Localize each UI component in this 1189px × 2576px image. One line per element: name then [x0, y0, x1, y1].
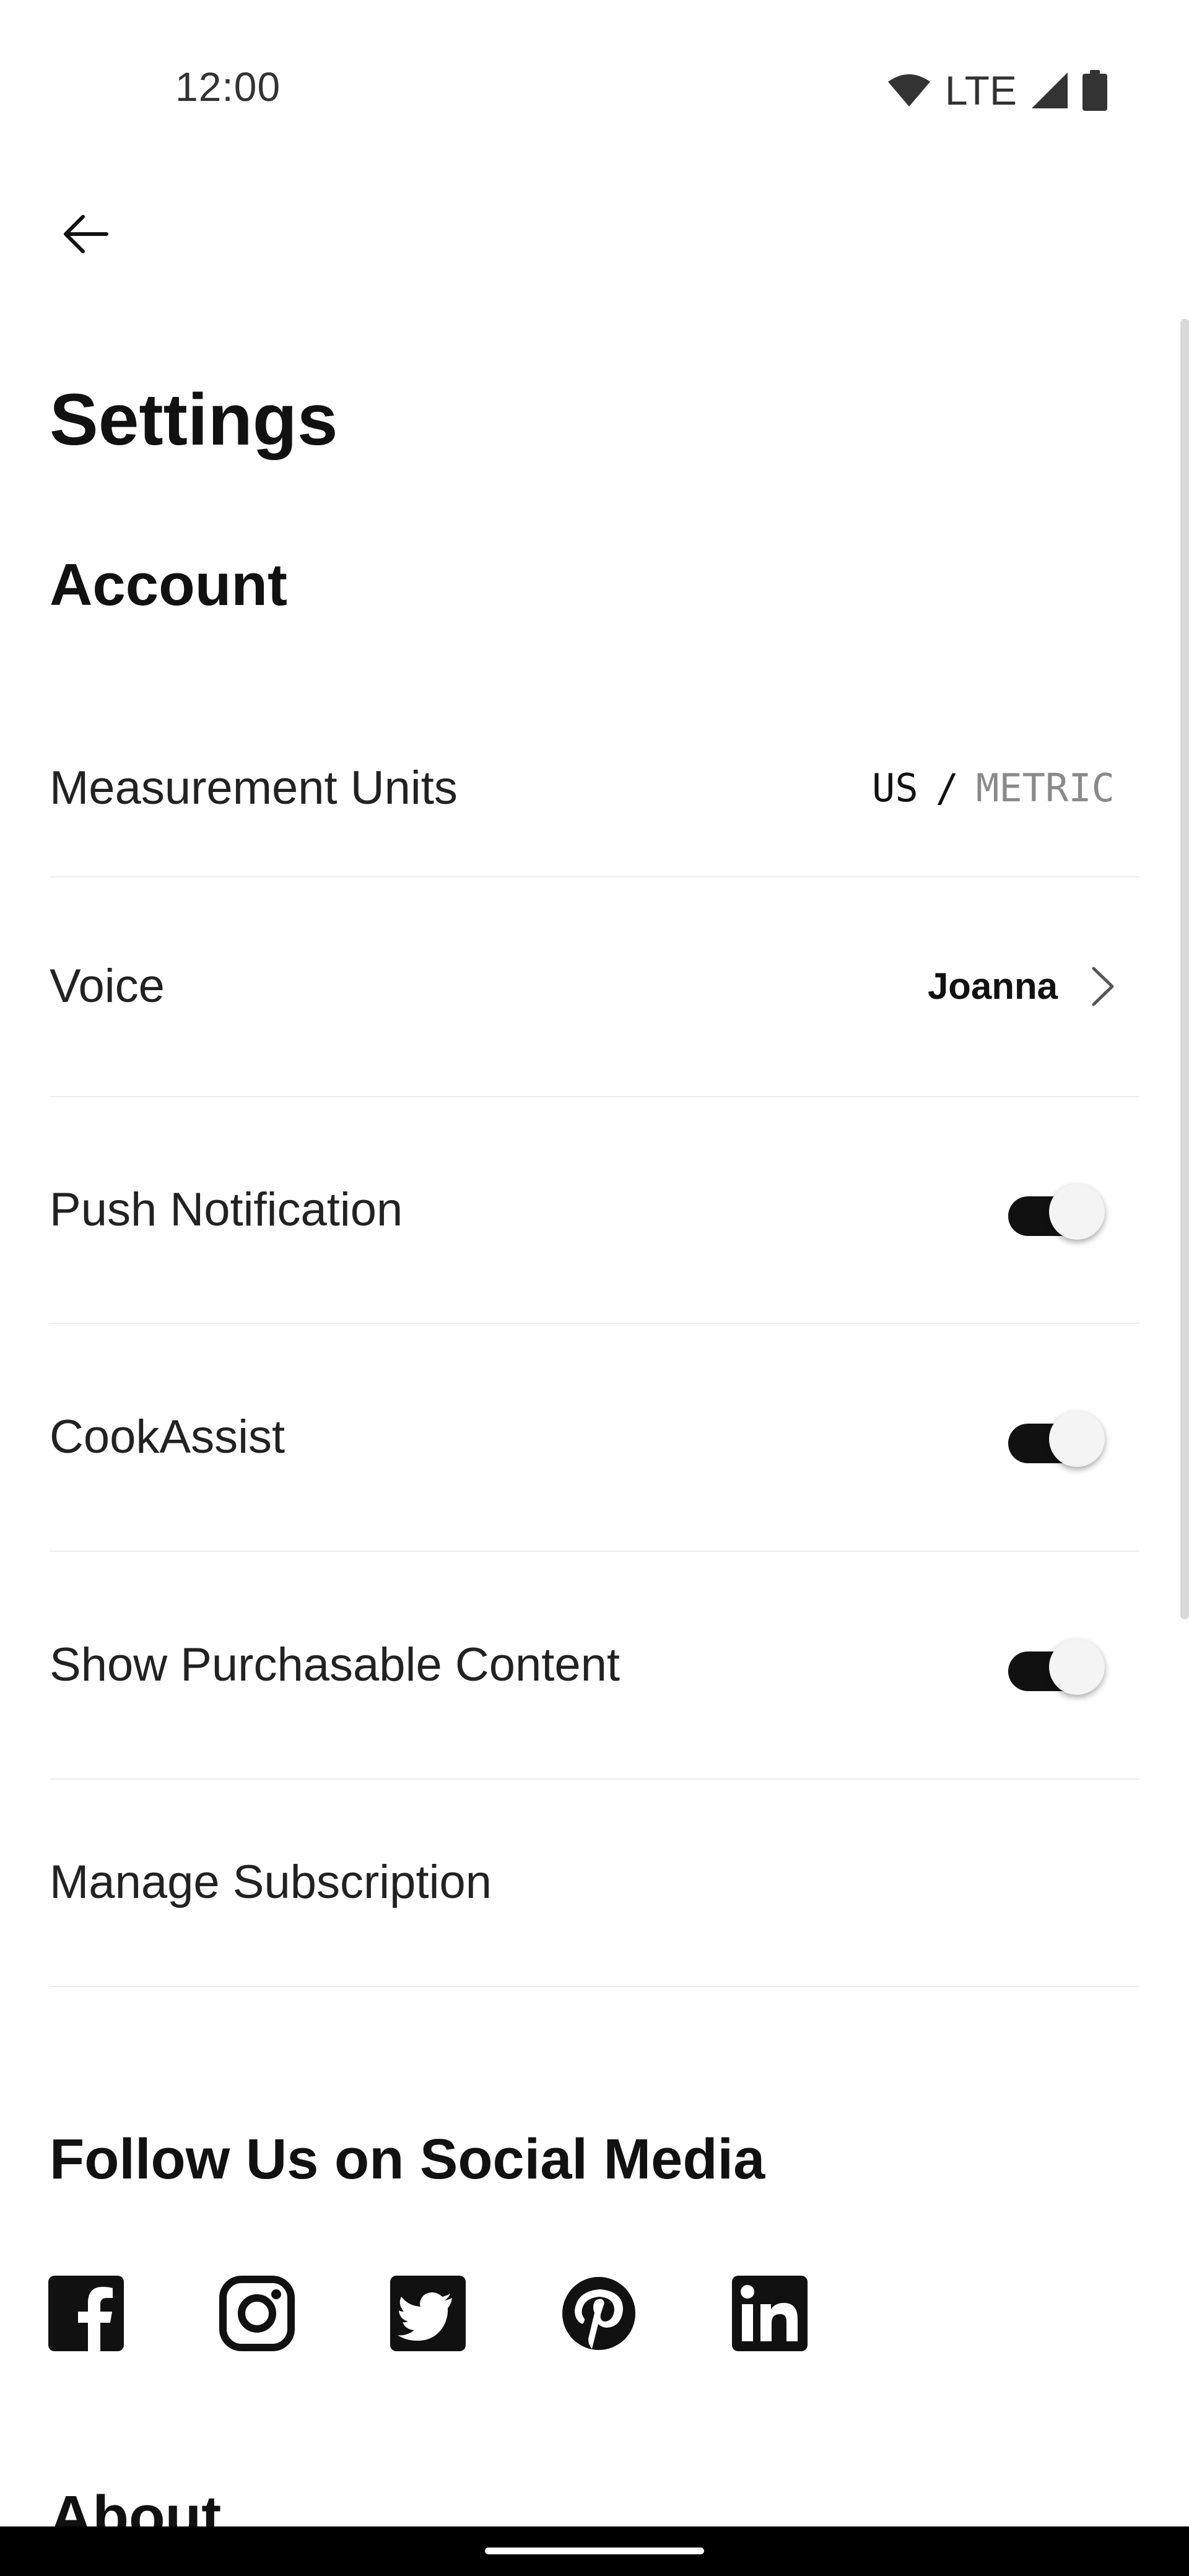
linkedin-icon[interactable]	[732, 2276, 808, 2351]
page-title: Settings	[50, 379, 338, 461]
settings-screen: 12:00 LTE Settings Account Measurement U…	[0, 0, 1189, 2576]
instagram-icon[interactable]	[219, 2276, 295, 2351]
account-section-title: Account	[50, 552, 287, 618]
twitter-icon[interactable]	[390, 2276, 466, 2351]
social-section-title: Follow Us on Social Media	[50, 2128, 765, 2191]
unit-option-metric[interactable]: METRIC	[976, 765, 1115, 811]
status-time: 12:00	[175, 64, 281, 110]
toggle-thumb	[1049, 1184, 1105, 1240]
show-purchasable-content-toggle[interactable]	[1002, 1630, 1107, 1699]
arrow-left-icon	[64, 215, 108, 253]
show-purchasable-content-label: Show Purchasable Content	[50, 1638, 621, 1691]
measurement-units-label: Measurement Units	[50, 762, 458, 814]
status-bar: 12:00 LTE	[0, 0, 1189, 142]
back-button[interactable]	[56, 204, 115, 264]
wifi-icon	[887, 74, 930, 107]
navigation-bar	[0, 2526, 1189, 2576]
push-notification-row: Push Notification	[50, 1096, 1139, 1324]
voice-label: Voice	[50, 960, 165, 1012]
home-gesture-handle[interactable]	[485, 2548, 704, 2554]
unit-option-us[interactable]: US	[872, 765, 918, 811]
chevron-right-icon	[1092, 967, 1114, 1006]
manage-subscription-label: Manage Subscription	[50, 1856, 492, 1908]
toggle-thumb	[1049, 1639, 1105, 1695]
cookassist-label: CookAssist	[50, 1410, 285, 1463]
voice-row[interactable]: Voice Joanna	[50, 876, 1139, 1097]
social-icons-row	[48, 2276, 808, 2351]
voice-name: Joanna	[927, 965, 1058, 1007]
cookassist-row: CookAssist	[50, 1323, 1139, 1552]
voice-value[interactable]: Joanna	[928, 965, 1116, 1007]
scroll-indicator[interactable]	[1180, 319, 1189, 1619]
push-notification-toggle[interactable]	[1002, 1175, 1107, 1243]
push-notification-label: Push Notification	[50, 1183, 403, 1236]
manage-subscription-row[interactable]: Manage Subscription	[50, 1778, 1139, 1987]
network-type-label: LTE	[944, 67, 1017, 113]
facebook-icon[interactable]	[48, 2276, 124, 2351]
toggle-thumb	[1049, 1411, 1105, 1467]
unit-separator: /	[935, 765, 959, 811]
measurement-units-row: Measurement Units US / METRIC	[50, 700, 1139, 877]
show-purchasable-content-row: Show Purchasable Content	[50, 1551, 1139, 1780]
cookassist-toggle[interactable]	[1002, 1403, 1107, 1471]
status-icons: LTE	[887, 67, 1107, 114]
battery-icon	[1082, 70, 1107, 111]
pinterest-icon[interactable]	[561, 2276, 637, 2351]
measurement-units-selector: US / METRIC	[872, 765, 1115, 811]
cell-signal-icon	[1032, 72, 1068, 108]
